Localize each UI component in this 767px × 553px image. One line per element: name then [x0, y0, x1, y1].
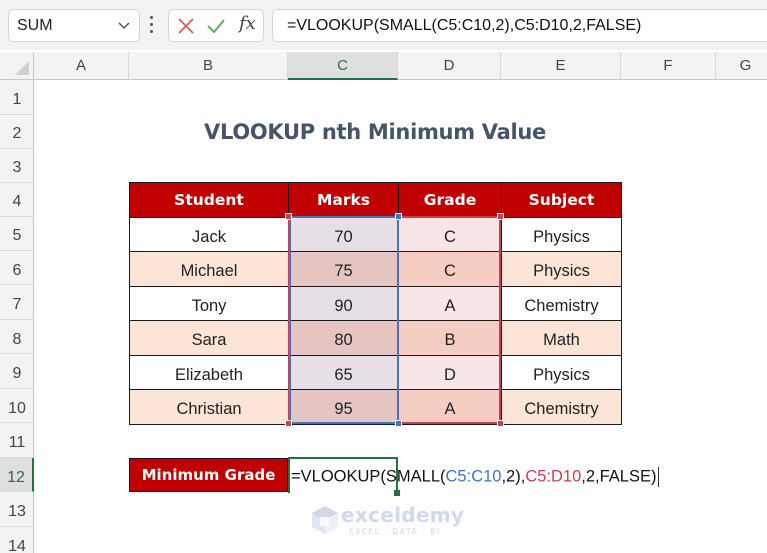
column-header-g[interactable]: G	[716, 52, 767, 80]
formula-bar: SUM fx =VLOOKUP(SMALL(C5:C10,2),C5:D10,2…	[0, 0, 767, 50]
fill-handle[interactable]	[394, 490, 400, 496]
table-row: Elizabeth 65 D Physics	[129, 354, 622, 390]
formula-part: ,2,FALSE)	[581, 467, 657, 486]
range-handle[interactable]	[395, 213, 402, 220]
column-header-c[interactable]: C	[288, 52, 398, 80]
row-header-9[interactable]: 9	[0, 354, 34, 389]
cell-marks[interactable]: 70	[288, 216, 399, 252]
cell-subject[interactable]: Physics	[501, 216, 622, 252]
cell-grade[interactable]: C	[398, 251, 502, 287]
row-header-13[interactable]: 13	[0, 492, 34, 527]
table-row: Michael 75 C Physics	[129, 251, 622, 287]
row-header-8[interactable]: 8	[0, 320, 34, 354]
row-headers: 1 2 3 4 5 6 7 8 9 10 11 12 13 14	[0, 80, 34, 553]
cell-subject[interactable]: Chemistry	[501, 285, 622, 321]
cell-edit-formula[interactable]: =VLOOKUP(SMALL(C5:C10,2),C5:D10,2,FALSE)	[291, 467, 660, 487]
formula-part: ,2)	[501, 467, 521, 486]
formula-text: =VLOOKUP(SMALL(C5:C10,2),C5:D10,2,FALSE)	[287, 17, 642, 34]
formula-part: =VLOOKUP(SMALL(	[291, 467, 446, 486]
column-header-d[interactable]: D	[398, 52, 501, 80]
cell-marks[interactable]: 65	[288, 354, 399, 390]
text-cursor	[658, 467, 660, 487]
range-handle[interactable]	[497, 420, 504, 427]
row-header-12[interactable]: 12	[0, 457, 34, 492]
cell-grade[interactable]: C	[398, 216, 502, 252]
column-header-b[interactable]: B	[129, 52, 288, 80]
cell-marks[interactable]: 95	[288, 389, 399, 425]
column-headers: A B C D E F G	[34, 52, 767, 80]
chevron-down-icon[interactable]	[117, 18, 131, 32]
sheet-title: VLOOKUP nth Minimum Value	[204, 120, 546, 144]
table-row: Christian 95 A Chemistry	[129, 389, 622, 425]
cell-student[interactable]: Michael	[129, 251, 289, 287]
cell-subject[interactable]: Physics	[501, 354, 622, 390]
row-header-11[interactable]: 11	[0, 423, 34, 458]
cell-subject[interactable]: Math	[501, 320, 622, 356]
cell-student[interactable]: Jack	[129, 216, 289, 252]
header-grade[interactable]: Grade	[398, 182, 502, 218]
row-header-14[interactable]: 14	[0, 527, 34, 553]
row-header-5[interactable]: 5	[0, 216, 34, 251]
select-all-button[interactable]	[0, 52, 34, 80]
watermark-tagline: EXCEL · DATA · BI	[349, 527, 441, 536]
minimum-grade-label: Minimum Grade	[129, 458, 288, 492]
cell-marks[interactable]: 80	[288, 320, 399, 356]
check-icon[interactable]	[206, 17, 226, 35]
row-header-7[interactable]: 7	[0, 285, 34, 320]
range-handle[interactable]	[395, 420, 402, 427]
cell-grade[interactable]: A	[398, 389, 502, 425]
table-row: Sara 80 B Math	[129, 320, 622, 356]
table-row: Tony 90 A Chemistry	[129, 285, 622, 321]
more-options-icon[interactable]	[150, 16, 154, 34]
cell-marks[interactable]: 90	[288, 285, 399, 321]
column-header-a[interactable]: A	[34, 52, 129, 80]
cell-student[interactable]: Elizabeth	[129, 354, 289, 390]
range-handle[interactable]	[285, 420, 292, 427]
cell-subject[interactable]: Chemistry	[501, 389, 622, 425]
row-header-6[interactable]: 6	[0, 251, 34, 285]
header-marks[interactable]: Marks	[288, 182, 399, 218]
watermark-name: exceldemy	[341, 503, 465, 527]
cell-marks[interactable]: 75	[288, 251, 399, 287]
formula-input[interactable]: =VLOOKUP(SMALL(C5:C10,2),C5:D10,2,FALSE)	[272, 9, 767, 42]
cell-student[interactable]: Sara	[129, 320, 289, 356]
range-handle[interactable]	[285, 213, 292, 220]
cancel-icon[interactable]	[177, 17, 195, 35]
exceldemy-logo-icon	[312, 506, 338, 534]
range-handle[interactable]	[497, 213, 504, 220]
row-header-1[interactable]: 1	[0, 80, 34, 115]
row-header-2[interactable]: 2	[0, 114, 34, 149]
formula-range-blue: C5:C10	[445, 467, 502, 486]
cell-grade[interactable]: A	[398, 285, 502, 321]
formula-controls: fx	[168, 9, 264, 42]
header-subject[interactable]: Subject	[501, 182, 622, 218]
cell-student[interactable]: Christian	[129, 389, 289, 425]
column-header-f[interactable]: F	[621, 52, 716, 80]
column-header-e[interactable]: E	[501, 52, 621, 80]
row-header-10[interactable]: 10	[0, 389, 34, 423]
student-table: Student Marks Grade Subject Jack 70 C Ph…	[129, 182, 622, 425]
name-box[interactable]: SUM	[8, 9, 140, 42]
table-header-row: Student Marks Grade Subject	[129, 182, 622, 218]
insert-function-icon[interactable]: fx	[239, 13, 256, 34]
cell-subject[interactable]: Physics	[501, 251, 622, 287]
formula-range-red: C5:D10	[525, 467, 582, 486]
row-header-4[interactable]: 4	[0, 182, 34, 217]
name-box-value: SUM	[17, 17, 53, 34]
cell-student[interactable]: Tony	[129, 285, 289, 321]
row-header-3[interactable]: 3	[0, 148, 34, 183]
header-student[interactable]: Student	[129, 182, 289, 218]
exceldemy-watermark: exceldemy EXCEL · DATA · BI	[311, 503, 465, 543]
cell-grade[interactable]: B	[398, 320, 502, 356]
table-row: Jack 70 C Physics	[129, 216, 622, 252]
cell-grade[interactable]: D	[398, 354, 502, 390]
